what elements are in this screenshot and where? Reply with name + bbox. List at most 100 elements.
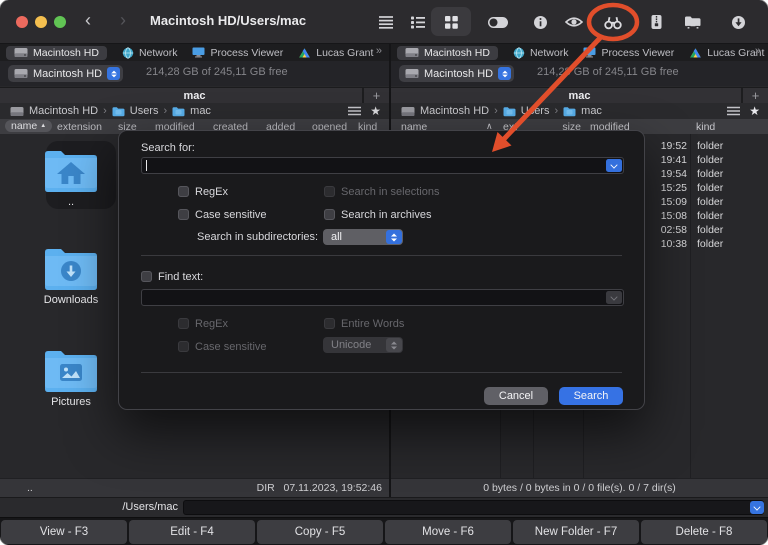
favorites-star-icon[interactable]: ★ bbox=[370, 106, 381, 116]
tab-overflow-chevrons[interactable]: » bbox=[376, 45, 382, 57]
archive-zip-icon[interactable] bbox=[644, 10, 668, 34]
left-directory-tab[interactable]: mac + bbox=[0, 87, 389, 103]
tab-process-viewer[interactable]: Process Viewer bbox=[583, 47, 674, 59]
search-history-dropdown[interactable] bbox=[606, 159, 622, 172]
free-space-label: 214,28 GB of 245,11 GB free bbox=[146, 66, 288, 78]
right-drive-row: Macintosh HD 214,28 GB of 245,11 GB free bbox=[391, 61, 768, 86]
find-text-input[interactable] bbox=[142, 290, 623, 305]
breadcrumb-item[interactable]: Users bbox=[521, 105, 550, 117]
find-input-combo bbox=[141, 289, 624, 306]
search-input[interactable] bbox=[142, 158, 623, 173]
entire-words-checkbox bbox=[324, 318, 335, 329]
tab-lucas-grant[interactable]: Lucas Grant bbox=[689, 47, 764, 59]
breadcrumb-item[interactable]: Users bbox=[130, 105, 159, 117]
minimize-window-button[interactable] bbox=[35, 16, 47, 28]
window-title: Macintosh HD/Users/mac bbox=[150, 13, 306, 28]
text-cursor bbox=[146, 160, 147, 171]
pictures-folder-icon bbox=[43, 348, 99, 394]
search-in-selections-label: Search in selections bbox=[341, 186, 439, 198]
download-icon[interactable] bbox=[726, 10, 750, 34]
case-sensitive-label: Case sensitive bbox=[195, 209, 267, 221]
right-directory-tab[interactable]: mac + bbox=[391, 87, 768, 103]
folder-item-pictures[interactable]: Pictures bbox=[16, 348, 126, 408]
left-drive-selector[interactable]: Macintosh HD bbox=[8, 65, 123, 82]
command-history-dropdown[interactable] bbox=[750, 501, 764, 514]
drive-stepper-icon[interactable] bbox=[498, 67, 511, 80]
regex-checkbox[interactable] bbox=[178, 186, 189, 197]
close-window-button[interactable] bbox=[16, 16, 28, 28]
add-tab-button[interactable]: + bbox=[741, 88, 768, 104]
folder-icon bbox=[172, 106, 185, 117]
tab-macintosh-hd[interactable]: Macintosh HD bbox=[6, 46, 107, 60]
encoding-select: Unicode bbox=[323, 337, 403, 353]
network-folder-icon[interactable] bbox=[681, 10, 705, 34]
search-in-subdirectories-label: Search in subdirectories: bbox=[197, 231, 318, 243]
folder-label: Pictures bbox=[16, 396, 126, 408]
file-manager-window: ‹ › Macintosh HD/Users/mac bbox=[0, 0, 768, 545]
find-case-sensitive-checkbox bbox=[178, 341, 189, 352]
new-folder-f7-button[interactable]: New Folder - F7 bbox=[513, 520, 639, 544]
tab-network[interactable]: Network bbox=[513, 47, 569, 59]
status-summary: 0 bytes / 0 bytes in 0 / 0 file(s). 0 / … bbox=[391, 479, 768, 497]
title-bar: ‹ › Macintosh HD/Users/mac bbox=[0, 0, 768, 44]
dialog-divider bbox=[141, 372, 622, 373]
favorites-star-icon[interactable]: ★ bbox=[749, 106, 760, 116]
copy-f5-button[interactable]: Copy - F5 bbox=[257, 520, 383, 544]
view-f3-button[interactable]: View - F3 bbox=[1, 520, 127, 544]
drive-icon bbox=[401, 106, 415, 117]
home-folder-icon bbox=[43, 148, 99, 194]
find-text-label: Find text: bbox=[158, 271, 203, 283]
back-button[interactable]: ‹ bbox=[85, 9, 91, 31]
column-header-name[interactable]: name ▲ bbox=[5, 120, 52, 132]
info-icon[interactable] bbox=[528, 10, 552, 34]
command-input[interactable] bbox=[183, 500, 764, 515]
select-stepper-icon bbox=[386, 338, 402, 352]
tab-lucas-grant[interactable]: Lucas Grant bbox=[298, 47, 373, 59]
right-drive-selector[interactable]: Macintosh HD bbox=[399, 65, 514, 82]
left-breadcrumb: Macintosh HD › Users › mac ★ bbox=[0, 103, 389, 119]
breadcrumb-item[interactable]: mac bbox=[190, 105, 211, 117]
forward-button[interactable]: › bbox=[120, 9, 126, 31]
tab-overflow-chevrons[interactable]: » bbox=[755, 45, 761, 57]
edit-f4-button[interactable]: Edit - F4 bbox=[129, 520, 255, 544]
move-f6-button[interactable]: Move - F6 bbox=[385, 520, 511, 544]
folder-item-parent[interactable]: .. bbox=[16, 148, 126, 208]
add-tab-button[interactable]: + bbox=[362, 88, 389, 104]
column-header-kind[interactable]: kind bbox=[696, 121, 715, 133]
tab-process-viewer[interactable]: Process Viewer bbox=[192, 47, 283, 59]
search-binoculars-icon[interactable] bbox=[601, 10, 625, 34]
search-in-archives-checkbox[interactable] bbox=[324, 209, 335, 220]
drive-stepper-icon[interactable] bbox=[107, 67, 120, 80]
command-bar: /Users/mac bbox=[0, 497, 768, 517]
tab-network[interactable]: Network bbox=[122, 47, 178, 59]
case-sensitive-checkbox[interactable] bbox=[178, 209, 189, 220]
eye-icon[interactable] bbox=[562, 10, 586, 34]
subdirectories-select[interactable]: all bbox=[323, 229, 403, 245]
pane-menu-icon[interactable] bbox=[727, 106, 740, 116]
status-item-details: DIR 07.11.2023, 19:52:46 bbox=[257, 479, 382, 497]
list-view-icon[interactable] bbox=[406, 10, 430, 34]
search-button[interactable]: Search bbox=[559, 387, 623, 405]
find-regex-label: RegEx bbox=[195, 318, 228, 330]
tab-macintosh-hd[interactable]: Macintosh HD bbox=[397, 46, 498, 60]
find-regex-checkbox bbox=[178, 318, 189, 329]
folder-item-downloads[interactable]: Downloads bbox=[16, 246, 126, 306]
menu-icon[interactable] bbox=[374, 10, 398, 34]
cancel-button[interactable]: Cancel bbox=[484, 387, 548, 405]
breadcrumb-item[interactable]: mac bbox=[581, 105, 602, 117]
breadcrumb-item[interactable]: Macintosh HD bbox=[29, 105, 98, 117]
left-tab-strip: Macintosh HD Network Process Viewer Luca… bbox=[0, 44, 389, 61]
pane-menu-icon[interactable] bbox=[348, 106, 361, 116]
column-header-extension[interactable]: extension bbox=[57, 121, 102, 133]
left-drive-row: Macintosh HD 214,28 GB of 245,11 GB free bbox=[0, 61, 389, 86]
folder-label: .. bbox=[16, 196, 126, 208]
find-case-sensitive-label: Case sensitive bbox=[195, 341, 267, 353]
toggle-hidden-files-icon[interactable] bbox=[486, 10, 510, 34]
breadcrumb-item[interactable]: Macintosh HD bbox=[420, 105, 489, 117]
dialog-divider bbox=[141, 255, 622, 256]
delete-f8-button[interactable]: Delete - F8 bbox=[641, 520, 767, 544]
maximize-window-button[interactable] bbox=[54, 16, 66, 28]
find-text-checkbox[interactable] bbox=[141, 271, 152, 282]
right-breadcrumb: Macintosh HD › Users › mac ★ bbox=[391, 103, 768, 119]
grid-view-icon[interactable] bbox=[439, 10, 463, 34]
